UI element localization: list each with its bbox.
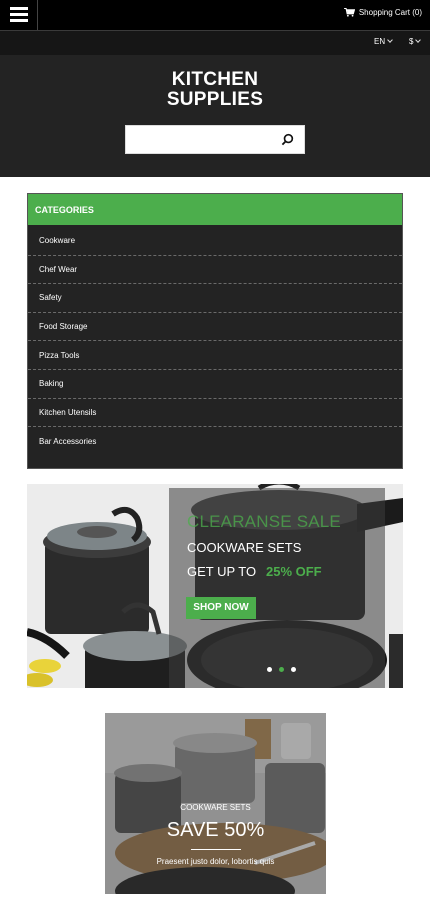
promo-text: Praesent justo dolor, lobortis quis: [156, 857, 275, 866]
site-logo[interactable]: KITCHEN SUPPLIES: [0, 70, 430, 110]
promo-category: COOKWARE SETS: [180, 803, 251, 812]
currency-value: $: [409, 37, 414, 46]
hamburger-icon: [10, 7, 28, 23]
chevron-down-icon: [415, 37, 422, 43]
slider-dot-1[interactable]: [267, 667, 272, 672]
language-value: EN: [374, 37, 386, 46]
language-select[interactable]: EN: [374, 37, 393, 46]
category-item-baking[interactable]: Baking: [28, 370, 402, 399]
categories-list: Cookware Chef Wear Safety Food Storage P…: [28, 227, 402, 456]
category-item-food-storage[interactable]: Food Storage: [28, 313, 402, 342]
promo-divider: [191, 849, 241, 850]
slider-dot-3[interactable]: [291, 667, 296, 672]
category-item-chef-wear[interactable]: Chef Wear: [28, 256, 402, 285]
promo-headline: SAVE 50%: [166, 819, 265, 841]
search-box: [125, 125, 305, 154]
slide-offer-text: GET UP TO: [187, 564, 257, 579]
menu-button[interactable]: [0, 0, 38, 30]
search-input[interactable]: [132, 131, 272, 149]
categories-panel: CATEGORIES Cookware Chef Wear Safety Foo…: [27, 193, 403, 469]
category-item-pizza-tools[interactable]: Pizza Tools: [28, 341, 402, 370]
categories-title: CATEGORIES: [28, 194, 402, 225]
site-header: KITCHEN SUPPLIES: [0, 55, 430, 177]
language-currency-bar: EN $: [0, 31, 430, 55]
search-icon[interactable]: [281, 133, 294, 146]
category-item-safety[interactable]: Safety: [28, 284, 402, 313]
chevron-down-icon: [387, 37, 393, 43]
slide-subtitle: COOKWARE SETS: [187, 540, 302, 555]
cart-label: Shopping Cart (0): [358, 8, 422, 17]
slider-dot-2[interactable]: [279, 667, 284, 672]
promo-banner[interactable]: COOKWARE SETS SAVE 50% Praesent justo do…: [105, 713, 326, 894]
category-item-cookware[interactable]: Cookware: [28, 227, 402, 256]
slide-discount: 25% OFF: [266, 564, 322, 579]
top-bar: Shopping Cart (0): [0, 0, 430, 30]
category-item-bar-accessories[interactable]: Bar Accessories: [28, 427, 402, 456]
slider-pagination: [267, 667, 296, 672]
logo-line-2: SUPPLIES: [166, 89, 264, 110]
shop-now-button[interactable]: SHOP NOW: [186, 597, 256, 619]
category-item-kitchen-utensils[interactable]: Kitchen Utensils: [28, 399, 402, 428]
slide-title: CLEARANSE SALE: [187, 512, 341, 531]
shopping-cart-link[interactable]: Shopping Cart (0): [343, 8, 422, 17]
logo-line-1: KITCHEN: [171, 69, 259, 90]
cart-icon: [343, 8, 355, 17]
hero-slider[interactable]: CLEARANSE SALE COOKWARE SETS GET UP TO 2…: [27, 484, 403, 688]
currency-select[interactable]: $: [409, 37, 422, 46]
